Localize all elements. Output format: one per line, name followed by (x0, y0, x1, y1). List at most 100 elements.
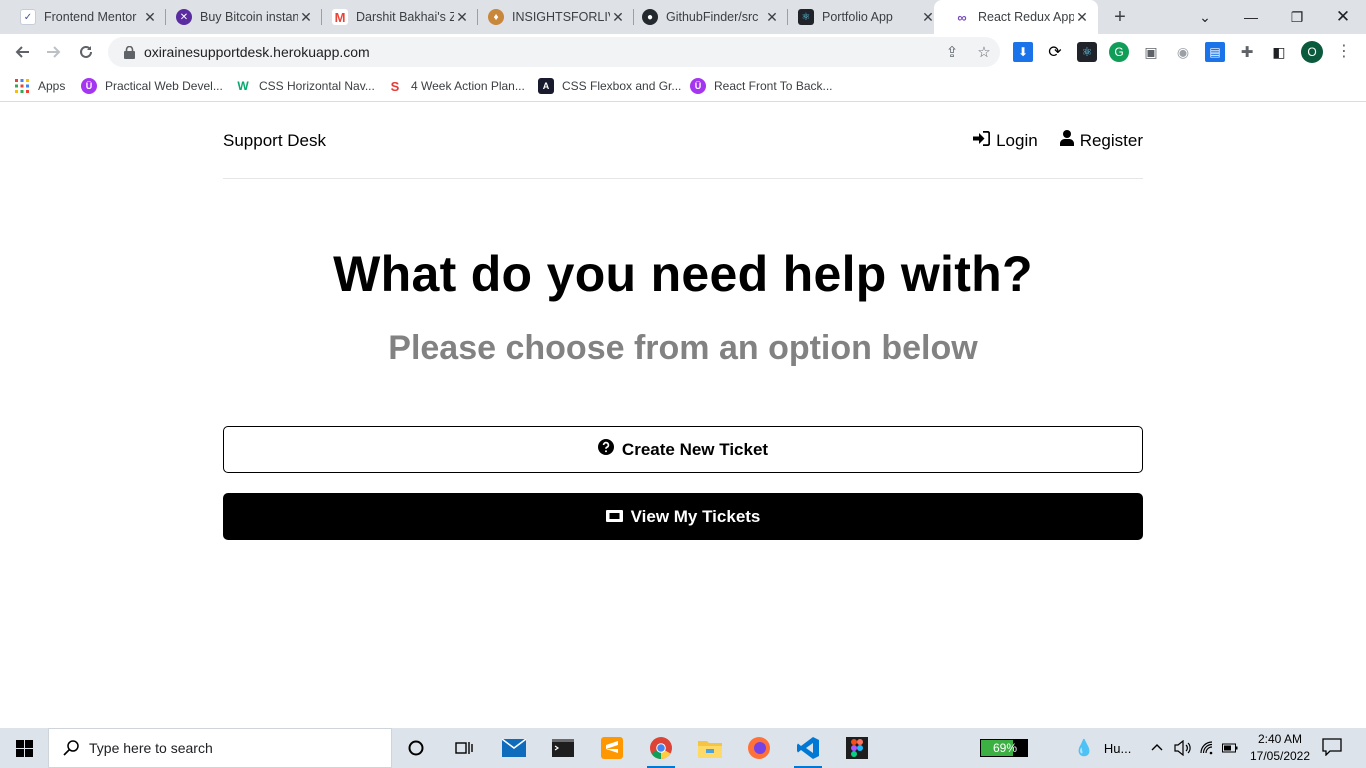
tab-title: INSIGHTSFORLIVING (512, 10, 610, 24)
profile-avatar[interactable]: O (1301, 41, 1323, 63)
bookmark-label: 4 Week Action Plan... (411, 79, 525, 93)
humidity-icon: 💧 (1074, 740, 1094, 757)
share-icon[interactable]: ⇪ (936, 43, 968, 61)
chrome-app-icon[interactable] (637, 728, 685, 768)
browser-menu-icon[interactable]: ⋮ (1334, 42, 1354, 62)
download-extension-icon[interactable]: ⬇ (1013, 42, 1033, 62)
search-placeholder: Type here to search (89, 740, 213, 756)
site-nav: Login Register (973, 130, 1143, 151)
site-logo[interactable]: Support Desk (223, 131, 326, 151)
system-clock[interactable]: 2:40 AM 17/05/2022 (1240, 731, 1320, 765)
address-bar[interactable]: oxirainesupportdesk.herokuapp.com ⇪ ☆ (108, 37, 1000, 67)
battery-percent: 69% (992, 741, 1018, 755)
bitcoin-icon: ✕ (176, 9, 192, 25)
udemy-icon: Ü (690, 78, 706, 94)
volume-icon[interactable] (1174, 728, 1192, 768)
show-hidden-icons-chevron[interactable] (1150, 728, 1164, 768)
bookmark-star-icon[interactable]: ☆ (968, 43, 1000, 61)
restore-button[interactable]: ❐ (1274, 0, 1320, 34)
battery-tray-icon[interactable] (1222, 728, 1238, 768)
side-panel-icon[interactable]: ◧ (1269, 42, 1289, 62)
tab-title: Portfolio App (822, 10, 893, 24)
bookmark-label: Apps (38, 79, 66, 93)
battery-indicator[interactable]: 69% (980, 739, 1028, 757)
insights-icon: ♦ (488, 9, 504, 25)
browser-toolbar: oxirainesupportdesk.herokuapp.com ⇪ ☆ ⬇ … (0, 34, 1366, 70)
create-ticket-label: Create New Ticket (621, 439, 769, 459)
firefox-app-icon[interactable] (735, 728, 783, 768)
question-circle-icon (597, 439, 614, 460)
apps-grid-icon (14, 78, 30, 94)
register-label: Register (1079, 130, 1143, 150)
back-arrow-icon[interactable] (8, 38, 36, 66)
search-icon (63, 740, 79, 756)
page-subheading: Please choose from an option below (388, 329, 978, 367)
react-devtools-icon[interactable]: ⚛ (1077, 42, 1097, 62)
clock-time: 2:40 AM (1257, 732, 1303, 746)
gmail-icon: M (332, 9, 348, 25)
bookmark-4-week-plan[interactable]: S 4 Week Action Plan... (387, 76, 525, 96)
task-view-icon[interactable] (440, 728, 488, 768)
bookmark-label: CSS Horizontal Nav... (259, 79, 375, 93)
url-text[interactable]: oxirainesupportdesk.herokuapp.com (144, 44, 936, 60)
reload-icon[interactable] (72, 38, 100, 66)
figma-app-icon[interactable] (833, 728, 881, 768)
windows-start-icon[interactable] (0, 728, 48, 768)
bookmark-label: React Front To Back... (714, 79, 833, 93)
tab-title: Frontend Mentor (44, 10, 137, 24)
close-window-button[interactable]: ✕ (1320, 0, 1366, 34)
tab-title: Darshit Bakhai's Zoom (356, 10, 454, 24)
tab-search-chevron-icon[interactable]: ⌄ (1182, 0, 1228, 34)
lock-icon[interactable] (122, 45, 136, 59)
bookmark-react-front[interactable]: Ü React Front To Back... (690, 76, 833, 96)
bookmark-css-horizontal[interactable]: W CSS Horizontal Nav... (235, 76, 375, 96)
view-tickets-label: View My Tickets (630, 506, 761, 526)
w3schools-icon: W (237, 79, 249, 93)
browser-tab-frontend-mentor[interactable]: ✓ Frontend Mentor ✕ (0, 0, 166, 34)
browser-tab-portfolio[interactable]: ⚛ Portfolio App ✕ (778, 0, 944, 34)
page-content: Support Desk Login Register What do you … (0, 103, 1366, 728)
redux-icon: ∞ (954, 9, 970, 25)
screenshot-extension-icon[interactable]: ◉ (1173, 42, 1193, 62)
browser-tab-insights[interactable]: ♦ INSIGHTSFORLIVING ✕ (468, 0, 634, 34)
browser-tab-gmail[interactable]: M Darshit Bakhai's Zoom ✕ (312, 0, 478, 34)
frontend-mentor-icon: ✓ (20, 9, 36, 25)
forward-arrow-icon[interactable] (40, 38, 68, 66)
notification-center-icon[interactable] (1322, 738, 1344, 758)
minimize-button[interactable]: — (1228, 0, 1274, 34)
sublime-text-icon[interactable] (588, 728, 636, 768)
taskbar-search-box[interactable]: Type here to search (48, 728, 392, 768)
register-link[interactable]: Register (1059, 130, 1143, 151)
browser-tab-strip: ✓ Frontend Mentor ✕ ✕ Buy Bitcoin instan… (0, 0, 1366, 34)
weather-widget[interactable]: 💧 Hu... (1074, 728, 1131, 768)
grammar-extension-icon[interactable]: G (1109, 42, 1129, 62)
view-tickets-button[interactable]: View My Tickets (223, 493, 1143, 540)
wifi-icon[interactable] (1200, 728, 1216, 768)
login-link[interactable]: Login (973, 130, 1038, 151)
file-explorer-icon[interactable] (686, 728, 734, 768)
browser-tab-bitcoin[interactable]: ✕ Buy Bitcoin instantly ✕ (156, 0, 322, 34)
tab-title: React Redux App (978, 10, 1074, 24)
cortana-icon[interactable] (392, 728, 440, 768)
flexbox-icon: A (538, 78, 554, 94)
terminal-app-icon[interactable] (539, 728, 587, 768)
bookmark-apps[interactable]: Apps (14, 76, 65, 96)
mail-app-icon[interactable] (490, 728, 538, 768)
new-tab-button[interactable]: + (1108, 5, 1132, 29)
sync-extension-icon[interactable]: ⟳ (1045, 42, 1065, 62)
react-icon: ⚛ (798, 9, 814, 25)
window-resizer-icon[interactable]: ▤ (1205, 42, 1225, 62)
browser-tab-react-redux[interactable]: ∞ React Redux App ✕ (934, 0, 1098, 34)
bookmark-practical-web[interactable]: Ü Practical Web Devel... (81, 76, 223, 96)
browser-tab-github[interactable]: ● GithubFinder/src ✕ (622, 0, 788, 34)
udemy-icon: Ü (81, 78, 97, 94)
site-header: Support Desk Login Register (223, 103, 1143, 179)
close-tab-icon[interactable]: ✕ (1074, 9, 1090, 26)
cast-extension-icon[interactable]: ▣ (1141, 42, 1161, 62)
tab-title: Buy Bitcoin instantly (200, 10, 298, 24)
create-ticket-button[interactable]: Create New Ticket (223, 426, 1143, 473)
bookmark-css-flexbox[interactable]: A CSS Flexbox and Gr... (538, 76, 681, 96)
windows-taskbar: Type here to search 69% 💧 Hu... 2:40 AM … (0, 728, 1366, 768)
vscode-app-icon[interactable] (784, 728, 832, 768)
extensions-puzzle-icon[interactable]: ✚ (1237, 42, 1257, 62)
